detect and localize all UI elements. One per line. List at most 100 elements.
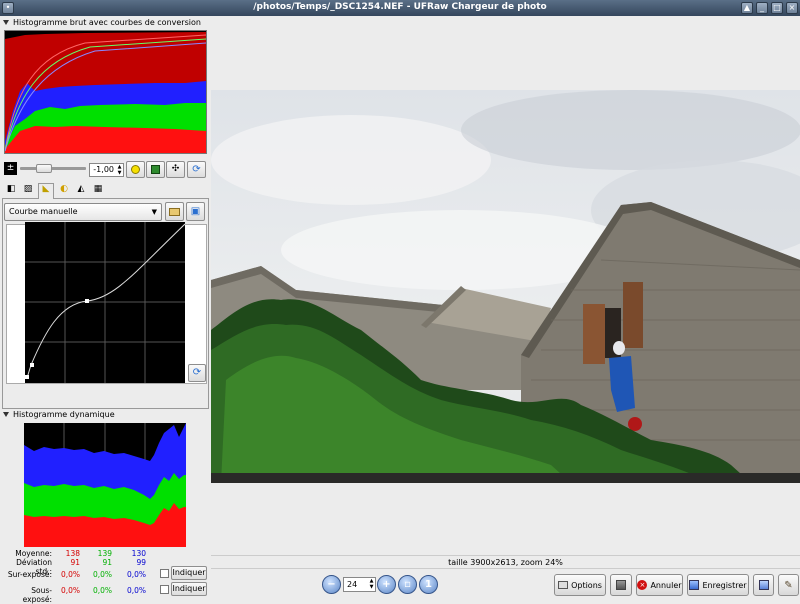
std-red: 91 [70,558,80,567]
tab-corrections[interactable]: ◭ [74,184,88,197]
zoom-spin-arrows-icon[interactable]: ▲ ▼ [368,578,375,591]
raw-histogram-title: Histogramme brut avec courbes de convers… [13,18,201,27]
tab-white-balance[interactable]: ◧ [4,184,18,197]
live-histogram-expander[interactable]: Histogramme dynamique [3,410,208,420]
photo-preview[interactable] [211,90,800,483]
curve-anchor-point[interactable] [85,299,89,303]
status-bar: taille 3900x2613, zoom 24% [211,555,800,569]
raw-histogram-graph [4,31,207,153]
std-blue: 99 [136,558,146,567]
save-icon: ▣ [190,206,201,217]
gimp-icon: ✎ [784,579,793,591]
clip-highlights-button[interactable]: ✣ [166,161,185,178]
raw-histogram [4,30,207,154]
zoom-out-icon: − [327,579,336,590]
trash-icon [616,580,626,590]
zoom-in-button[interactable]: + [377,575,396,594]
load-curve-button[interactable] [165,202,184,221]
title-bar: • /photos/Temps/_DSC1254.NEF - UFRaw Cha… [0,0,800,16]
mean-label: Moyenne: [15,549,52,558]
live-histogram-title: Histogramme dynamique [13,410,115,419]
over-green: 0,0% [92,570,112,579]
photo-image [211,90,800,483]
options-icon [558,581,569,589]
folder-icon [169,207,180,216]
options-label: Options [571,580,602,590]
save-icon [689,580,700,590]
zoom-out-button[interactable]: − [322,575,341,594]
bulb-icon [131,165,140,174]
reset-curve-button[interactable]: ⟳ [188,364,206,382]
zoom-fit-icon: ▫ [404,579,411,590]
mean-blue: 130 [131,549,146,558]
maximize-icon[interactable]: □ [771,2,783,14]
over-blue: 0,0% [126,570,146,579]
over-red: 0,0% [60,570,80,579]
zoom-fit-button[interactable]: ▫ [398,575,417,594]
window-title: /photos/Temps/_DSC1254.NEF - UFRaw Charg… [253,2,547,12]
close-icon[interactable]: × [786,2,798,14]
curve-anchor-point[interactable] [25,375,29,379]
exposure-icon: ± [4,162,17,175]
over-indicate-button[interactable]: Indiquer [171,566,207,580]
options-button[interactable]: Options [554,574,606,596]
delete-button[interactable] [610,574,632,596]
send-to-gimp-button[interactable]: ✎ [778,574,799,596]
exposure-slider[interactable] [20,167,86,170]
save-button[interactable]: Enregistrer [687,574,749,596]
save-as-button[interactable] [753,574,774,596]
refresh-icon: ⟳ [192,164,201,175]
save-curve-button[interactable]: ▣ [186,202,205,221]
cancel-label: Annuler [650,580,682,590]
tab-base-curve[interactable]: ◣ [38,183,54,199]
reset-exposure-button[interactable]: ⟳ [187,161,206,178]
grayscale-icon: ▨ [23,184,33,194]
live-histogram-graph [24,423,186,547]
raw-histogram-expander[interactable]: Histogramme brut avec courbes de convers… [3,18,208,28]
under-red: 0,0% [60,586,80,595]
expander-arrow-icon [3,20,9,25]
under-indicate-checkbox[interactable] [160,585,169,594]
cancel-button[interactable]: × Annuler [636,574,683,596]
mean-red: 138 [65,549,80,558]
exposure-slider-handle[interactable] [36,164,52,173]
live-histogram [24,423,186,547]
exif-icon: ▦ [93,184,103,194]
minimize-icon[interactable]: _ [756,2,768,14]
window-up-icon[interactable]: ▲ [741,2,753,14]
tab-grayscale[interactable]: ▨ [21,184,35,197]
base-curve-icon: ◣ [42,184,50,194]
under-green: 0,0% [92,586,112,595]
corrections-icon: ◭ [77,184,85,194]
under-indicate-button[interactable]: Indiquer [171,582,207,596]
curve-select-value: Courbe manuelle [9,207,78,216]
save-as-icon [758,580,769,590]
zoom-100-icon: 1 [425,579,432,590]
save-label: Enregistrer [702,580,747,590]
exposure-spin-arrows-icon[interactable]: ▲ ▼ [116,164,123,176]
restore-icon [151,165,160,174]
auto-exposure-button[interactable] [126,161,145,178]
chevron-down-icon: ▼ [151,208,157,216]
curve-anchor-point[interactable] [30,363,34,367]
mean-green: 139 [97,549,112,558]
refresh-icon: ⟳ [192,367,202,378]
curve-graph [25,222,186,383]
restore-details-button[interactable] [146,161,165,178]
std-green: 91 [102,558,112,567]
cancel-icon: × [637,580,648,590]
zoom-in-icon: + [382,579,391,590]
expander-arrow-icon [3,412,9,417]
over-indicate-checkbox[interactable] [160,569,169,578]
zoom-100-button[interactable]: 1 [419,575,438,594]
curve-editor[interactable] [25,222,186,383]
clip-icon: ✣ [171,164,180,174]
tab-exif[interactable]: ▦ [91,184,105,197]
under-blue: 0,0% [126,586,146,595]
color-management-icon: ◐ [60,184,68,194]
tab-color-management[interactable]: ◐ [57,184,71,197]
over-label: Sur-exposé: [7,570,52,579]
white-balance-icon: ◧ [6,184,16,194]
under-label: Sous-exposé: [22,586,52,604]
curve-select[interactable]: Courbe manuelle ▼ [4,203,162,221]
